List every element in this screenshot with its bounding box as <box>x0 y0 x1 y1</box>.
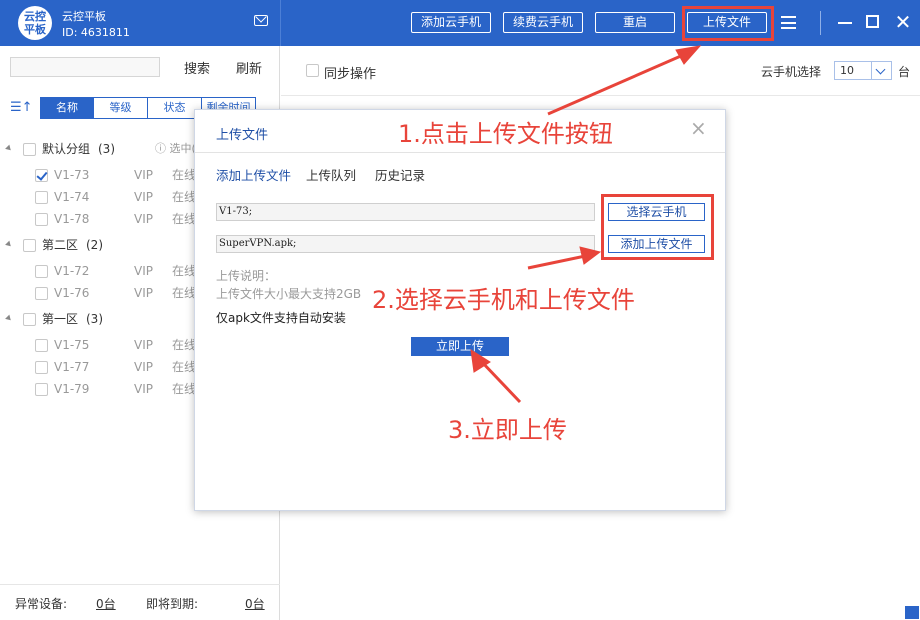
annotation-arrows <box>470 45 702 404</box>
arrow-head-step1 <box>675 45 702 65</box>
arrow-head-step2 <box>579 246 602 265</box>
arrow-step1 <box>547 50 691 116</box>
arrow-step2 <box>527 253 591 270</box>
arrow-step3 <box>478 358 522 404</box>
